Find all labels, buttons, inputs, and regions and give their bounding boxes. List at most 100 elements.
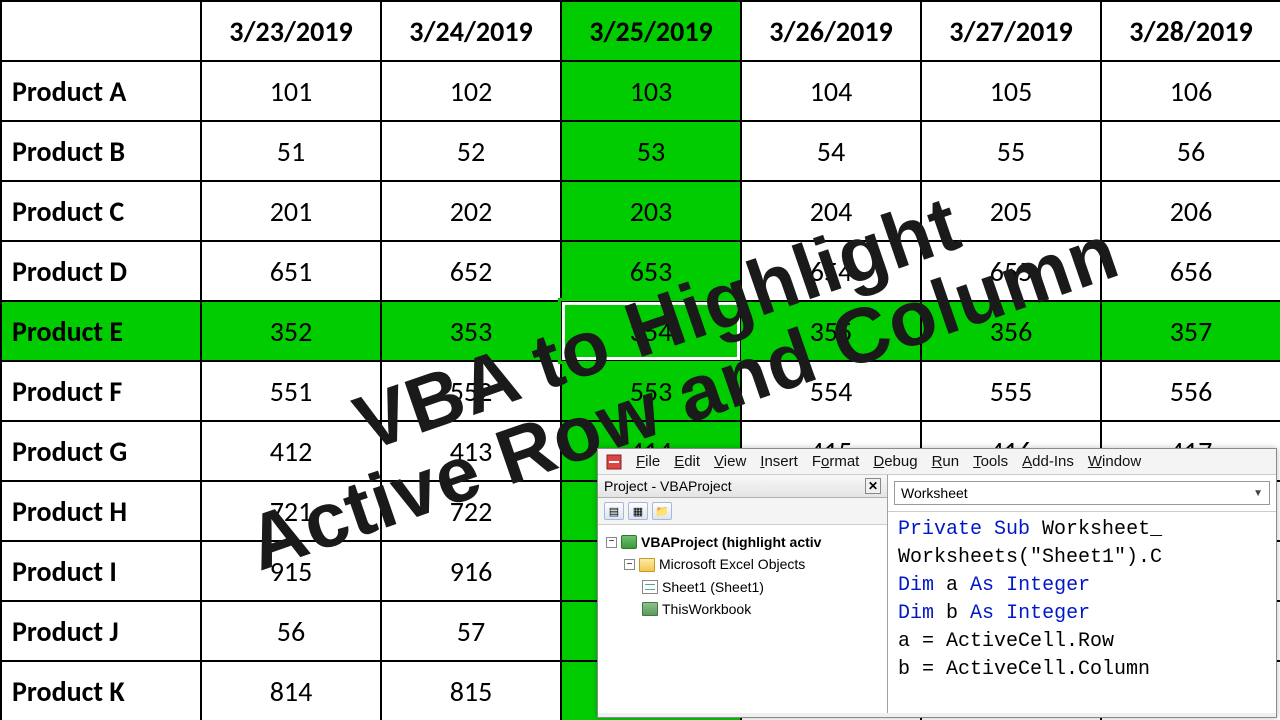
header-date[interactable]: 3/28/2019 bbox=[1101, 1, 1280, 61]
row-label[interactable]: Product D bbox=[1, 241, 201, 301]
toggle-folders-icon[interactable]: 📁 bbox=[652, 502, 672, 520]
data-cell[interactable]: 101 bbox=[201, 61, 381, 121]
data-cell[interactable]: 355 bbox=[741, 301, 921, 361]
data-cell[interactable]: 205 bbox=[921, 181, 1101, 241]
data-cell[interactable]: 814 bbox=[201, 661, 381, 720]
project-panel-title: Project - VBAProject bbox=[604, 478, 732, 494]
row-label[interactable]: Product C bbox=[1, 181, 201, 241]
data-cell[interactable]: 721 bbox=[201, 481, 381, 541]
data-cell[interactable]: 352 bbox=[201, 301, 381, 361]
tree-sheet-node[interactable]: Sheet1 (Sheet1) bbox=[606, 576, 883, 598]
data-cell[interactable]: 555 bbox=[921, 361, 1101, 421]
data-cell[interactable]: 357 bbox=[1101, 301, 1280, 361]
collapse-icon[interactable]: − bbox=[624, 559, 635, 570]
menu-format[interactable]: Format bbox=[812, 453, 860, 470]
vba-menubar[interactable]: File Edit View Insert Format Debug Run T… bbox=[598, 449, 1276, 475]
vba-editor-window[interactable]: File Edit View Insert Format Debug Run T… bbox=[597, 448, 1277, 718]
data-cell[interactable]: 51 bbox=[201, 121, 381, 181]
data-cell[interactable]: 656 bbox=[1101, 241, 1280, 301]
data-cell[interactable]: 554 bbox=[741, 361, 921, 421]
data-cell[interactable]: 52 bbox=[381, 121, 561, 181]
menu-view[interactable]: View bbox=[714, 453, 746, 470]
data-cell[interactable]: 103 bbox=[561, 61, 741, 121]
data-cell[interactable]: 556 bbox=[1101, 361, 1280, 421]
menu-debug[interactable]: Debug bbox=[873, 453, 917, 470]
data-cell[interactable]: 55 bbox=[921, 121, 1101, 181]
code-editor[interactable]: Private Sub Worksheet_Worksheets("Sheet1… bbox=[888, 511, 1276, 713]
data-cell[interactable]: 413 bbox=[381, 421, 561, 481]
data-cell[interactable]: 651 bbox=[201, 241, 381, 301]
data-cell[interactable]: 655 bbox=[921, 241, 1101, 301]
tree-folder-node[interactable]: − Microsoft Excel Objects bbox=[606, 553, 883, 575]
data-cell[interactable]: 105 bbox=[921, 61, 1101, 121]
workbook-icon bbox=[642, 602, 658, 616]
data-cell[interactable]: 104 bbox=[741, 61, 921, 121]
table-row: Product B515253545556 bbox=[1, 121, 1280, 181]
collapse-icon[interactable]: − bbox=[606, 537, 617, 548]
code-panel[interactable]: Worksheet ▼ Private Sub Worksheet_Worksh… bbox=[888, 475, 1276, 713]
data-cell[interactable]: 54 bbox=[741, 121, 921, 181]
menu-addins[interactable]: Add-Ins bbox=[1022, 453, 1074, 470]
table-row: Product A101102103104105106 bbox=[1, 61, 1280, 121]
header-date[interactable]: 3/24/2019 bbox=[381, 1, 561, 61]
tree-project-node[interactable]: − VBAProject (highlight activ bbox=[606, 531, 883, 553]
corner-cell bbox=[1, 1, 201, 61]
menu-edit[interactable]: Edit bbox=[674, 453, 700, 470]
data-cell[interactable]: 815 bbox=[381, 661, 561, 720]
row-label[interactable]: Product E bbox=[1, 301, 201, 361]
menu-insert[interactable]: Insert bbox=[760, 453, 798, 470]
menu-run[interactable]: Run bbox=[932, 453, 960, 470]
data-cell[interactable]: 653 bbox=[561, 241, 741, 301]
data-cell[interactable]: 204 bbox=[741, 181, 921, 241]
row-label[interactable]: Product B bbox=[1, 121, 201, 181]
header-row: 3/23/2019 3/24/2019 3/25/2019 3/26/2019 … bbox=[1, 1, 1280, 61]
data-cell[interactable]: 202 bbox=[381, 181, 561, 241]
row-label[interactable]: Product G bbox=[1, 421, 201, 481]
view-code-icon[interactable]: ▤ bbox=[604, 502, 624, 520]
row-label[interactable]: Product F bbox=[1, 361, 201, 421]
data-cell[interactable]: 102 bbox=[381, 61, 561, 121]
project-toolbar[interactable]: ▤ ▦ 📁 bbox=[598, 498, 887, 525]
data-cell[interactable]: 203 bbox=[561, 181, 741, 241]
row-label[interactable]: Product J bbox=[1, 601, 201, 661]
row-label[interactable]: Product I bbox=[1, 541, 201, 601]
folder-icon bbox=[639, 558, 655, 572]
data-cell[interactable]: 552 bbox=[381, 361, 561, 421]
data-cell[interactable]: 354 bbox=[561, 301, 741, 361]
header-date[interactable]: 3/23/2019 bbox=[201, 1, 381, 61]
data-cell[interactable]: 722 bbox=[381, 481, 561, 541]
project-explorer-panel[interactable]: Project - VBAProject ✕ ▤ ▦ 📁 − VBAProjec… bbox=[598, 475, 888, 713]
view-object-icon[interactable]: ▦ bbox=[628, 502, 648, 520]
data-cell[interactable]: 553 bbox=[561, 361, 741, 421]
close-icon[interactable]: ✕ bbox=[865, 478, 881, 494]
row-label[interactable]: Product A bbox=[1, 61, 201, 121]
row-label[interactable]: Product K bbox=[1, 661, 201, 720]
tree-workbook-node[interactable]: ThisWorkbook bbox=[606, 598, 883, 620]
menu-tools[interactable]: Tools bbox=[973, 453, 1008, 470]
header-date[interactable]: 3/25/2019 bbox=[561, 1, 741, 61]
menu-window[interactable]: Window bbox=[1088, 453, 1141, 470]
header-date[interactable]: 3/26/2019 bbox=[741, 1, 921, 61]
data-cell[interactable]: 56 bbox=[1101, 121, 1280, 181]
data-cell[interactable]: 353 bbox=[381, 301, 561, 361]
data-cell[interactable]: 652 bbox=[381, 241, 561, 301]
data-cell[interactable]: 412 bbox=[201, 421, 381, 481]
object-dropdown[interactable]: Worksheet ▼ bbox=[894, 481, 1270, 505]
data-cell[interactable]: 654 bbox=[741, 241, 921, 301]
data-cell[interactable]: 106 bbox=[1101, 61, 1280, 121]
tree-project-label: VBAProject (highlight activ bbox=[641, 531, 821, 553]
data-cell[interactable]: 356 bbox=[921, 301, 1101, 361]
header-date[interactable]: 3/27/2019 bbox=[921, 1, 1101, 61]
data-cell[interactable]: 56 bbox=[201, 601, 381, 661]
data-cell[interactable]: 206 bbox=[1101, 181, 1280, 241]
data-cell[interactable]: 53 bbox=[561, 121, 741, 181]
data-cell[interactable]: 915 bbox=[201, 541, 381, 601]
data-cell[interactable]: 57 bbox=[381, 601, 561, 661]
table-row: Product E352353354355356357 bbox=[1, 301, 1280, 361]
project-tree[interactable]: − VBAProject (highlight activ − Microsof… bbox=[598, 525, 887, 713]
menu-file[interactable]: File bbox=[636, 453, 660, 470]
row-label[interactable]: Product H bbox=[1, 481, 201, 541]
data-cell[interactable]: 551 bbox=[201, 361, 381, 421]
data-cell[interactable]: 201 bbox=[201, 181, 381, 241]
data-cell[interactable]: 916 bbox=[381, 541, 561, 601]
